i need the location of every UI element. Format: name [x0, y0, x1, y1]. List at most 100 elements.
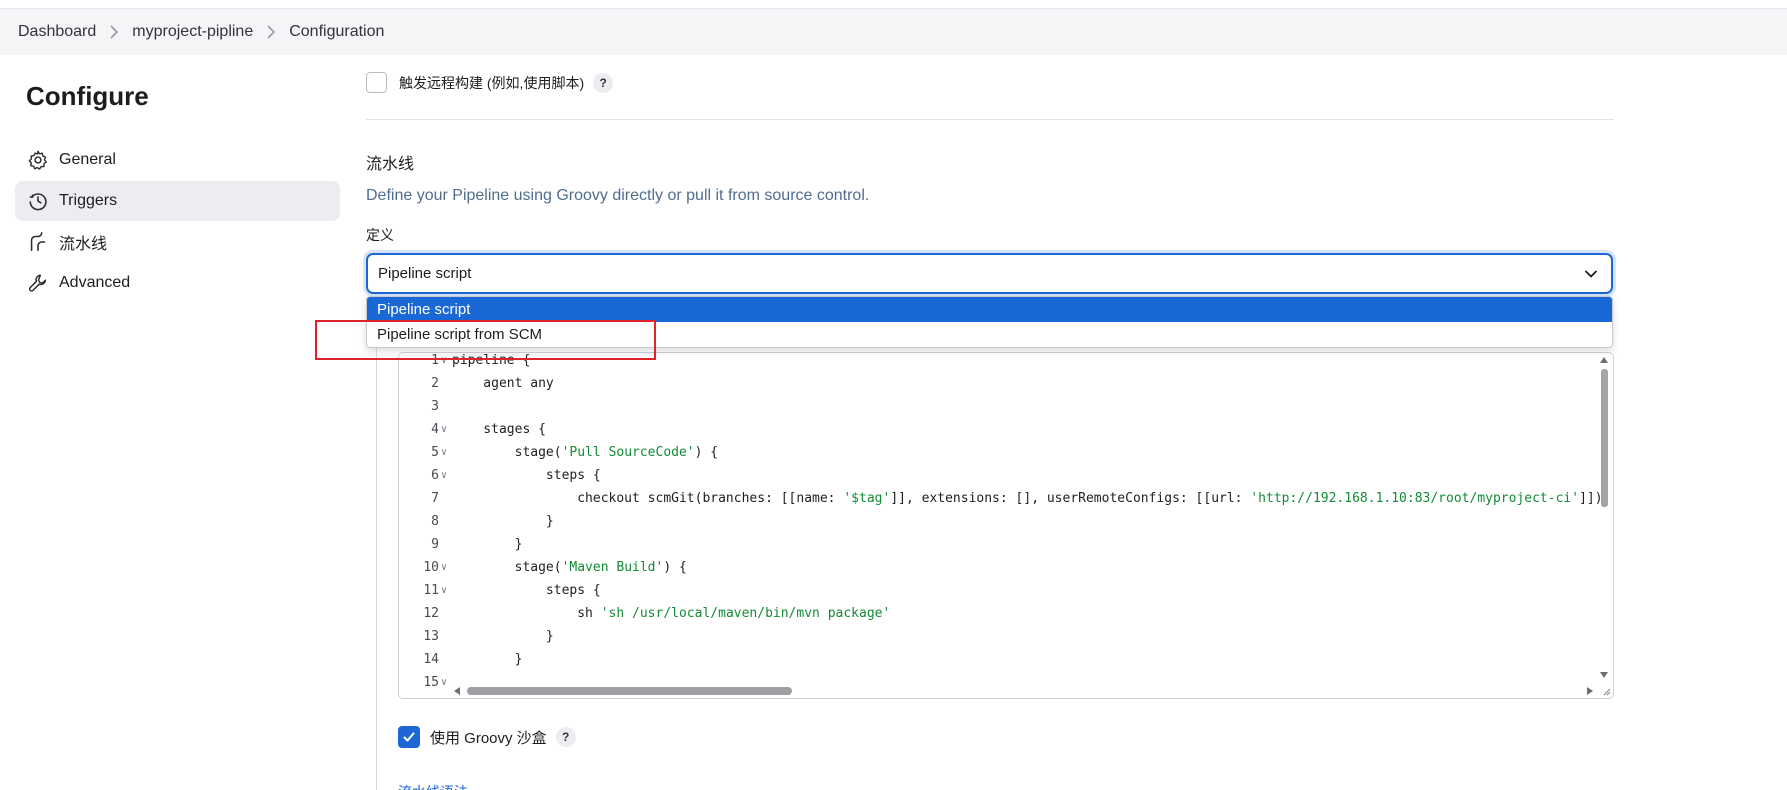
code-token: steps { [452, 583, 601, 598]
code-line[interactable]: 3 [399, 395, 1599, 418]
script-editor[interactable]: 1 ∨ pipeline {2 agent any 3 4 ∨ stages {5 ∨ st… [398, 352, 1614, 699]
code-text: stage('Pull SourceCode') { [452, 441, 719, 464]
code-token: stage( [452, 445, 562, 460]
line-number: 3 [431, 399, 439, 414]
line-number: 7 [431, 491, 439, 506]
code-line[interactable]: 2 agent any [399, 372, 1599, 395]
sidebar-item-general[interactable]: General [15, 140, 340, 180]
gear-icon [27, 149, 49, 171]
help-icon[interactable]: ? [555, 727, 576, 747]
remote-build-checkbox[interactable] [366, 72, 387, 93]
pipeline-syntax-link[interactable]: 流水线语法 [398, 782, 468, 790]
line-number: 12 [423, 606, 439, 621]
sidebar-item-label: Advanced [59, 274, 131, 291]
chevron-right-icon [266, 25, 276, 39]
code-line[interactable]: 11 ∨ steps { [399, 579, 1599, 602]
line-number: 4 [431, 422, 439, 437]
resize-handle-icon[interactable] [1601, 686, 1611, 696]
code-text: checkout scmGit(branches: [[name: '$tag'… [452, 487, 1602, 510]
scroll-up-icon[interactable] [1599, 356, 1609, 364]
code-line[interactable]: 4 ∨ stages { [399, 418, 1599, 441]
chevron-right-icon [109, 25, 119, 39]
code-string: '$tag' [843, 491, 891, 506]
code-text: agent any [452, 372, 554, 395]
code-token: stages { [452, 422, 546, 437]
code-string: 'Pull SourceCode' [561, 445, 695, 460]
code-token: ]], extensions: [], userRemoteConfigs: [… [890, 491, 1251, 506]
code-token: steps { [452, 468, 601, 483]
code-text: steps { [452, 579, 601, 602]
code-line[interactable]: 10 ∨ stage('Maven Build') { [399, 556, 1599, 579]
line-number: 15 [423, 675, 439, 690]
breadcrumb-dashboard[interactable]: Dashboard [18, 23, 96, 41]
vertical-scrollbar[interactable] [1598, 353, 1611, 698]
sidebar-item-triggers[interactable]: Triggers [15, 181, 340, 221]
code-token: agent any [452, 376, 554, 391]
code-line[interactable]: 12 sh 'sh /usr/local/maven/bin/mvn packa… [399, 602, 1599, 625]
code-token: } [452, 652, 523, 667]
fold-chevron-icon[interactable]: ∨ [441, 671, 447, 694]
line-number: 5 [431, 445, 439, 460]
remote-build-label: 触发远程构建 (例如,使用脚本) [399, 74, 585, 91]
fold-chevron-icon[interactable]: ∨ [441, 441, 447, 464]
line-number: 13 [423, 629, 439, 644]
code-line[interactable]: 9 } [399, 533, 1599, 556]
scroll-left-icon[interactable] [453, 686, 461, 696]
code-token: stage( [452, 560, 562, 575]
code-line[interactable]: 8 } [399, 510, 1599, 533]
code-line[interactable]: 7 checkout scmGit(branches: [[name: '$ta… [399, 487, 1602, 510]
clock-icon [27, 190, 49, 212]
breadcrumb: Dashboard myproject-pipline Configuratio… [0, 9, 1787, 55]
line-number: 9 [431, 537, 439, 552]
fold-chevron-icon[interactable]: ∨ [441, 579, 447, 602]
horizontal-scroll-thumb[interactable] [467, 687, 792, 695]
code-token: pipeline { [452, 353, 531, 368]
pipeline-section-title: 流水线 [366, 156, 415, 173]
code-text: } [452, 648, 523, 671]
scroll-right-icon[interactable] [1586, 686, 1594, 696]
pipeline-description: Define your Pipeline using Groovy direct… [366, 187, 870, 204]
groovy-sandbox-option: 使用 Groovy 沙盒 ? [398, 726, 576, 748]
vertical-scroll-thumb[interactable] [1601, 369, 1608, 507]
line-number: 1 [431, 353, 439, 368]
fold-chevron-icon[interactable]: ∨ [441, 556, 447, 579]
code-line[interactable]: 1 ∨ pipeline { [399, 353, 1599, 372]
line-number: 10 [423, 560, 439, 575]
sidebar-item-pipeline[interactable]: 流水线 [15, 222, 340, 262]
code-text: stage('Maven Build') { [452, 556, 687, 579]
wrench-icon [27, 272, 49, 294]
code-token: } [452, 629, 554, 644]
option-pipeline-script[interactable]: Pipeline script [367, 297, 1612, 322]
page-title: Configure [26, 81, 149, 111]
option-pipeline-script-from-scm[interactable]: Pipeline script from SCM [367, 322, 1612, 347]
code-token: ) { [694, 445, 719, 460]
code-line[interactable]: 5 ∨ stage('Pull SourceCode') { [399, 441, 1599, 464]
groovy-sandbox-checkbox[interactable] [398, 726, 420, 748]
code-text: } [452, 625, 554, 648]
section-indent-line [376, 345, 377, 790]
help-icon[interactable]: ? [593, 72, 614, 93]
code-string: 'http://192.168.1.10:83/root/myproject-c… [1250, 491, 1580, 506]
fold-chevron-icon[interactable]: ∨ [441, 418, 447, 441]
code-line[interactable]: 14 } [399, 648, 1599, 671]
code-text: steps { [452, 464, 601, 487]
code-token: sh [452, 606, 601, 621]
sidebar-item-advanced[interactable]: Advanced [15, 263, 340, 303]
code-text: pipeline { [452, 353, 531, 372]
code-token: } [452, 514, 554, 529]
pipeline-icon [27, 231, 49, 253]
breadcrumb-configuration[interactable]: Configuration [289, 23, 384, 41]
top-bar [0, 0, 1787, 9]
code-text: } [452, 533, 523, 556]
breadcrumb-project[interactable]: myproject-pipline [132, 23, 253, 41]
definition-select[interactable]: Pipeline script [366, 253, 1613, 294]
fold-chevron-icon[interactable]: ∨ [441, 464, 447, 487]
code-line[interactable]: 13 } [399, 625, 1599, 648]
sidebar-item-label: 流水线 [59, 236, 108, 253]
section-divider [366, 119, 1614, 120]
fold-chevron-icon[interactable]: ∨ [441, 353, 447, 372]
scroll-down-icon[interactable] [1599, 671, 1609, 679]
remote-build-option: 触发远程构建 (例如,使用脚本) ? [366, 72, 614, 93]
check-icon [403, 732, 415, 742]
code-line[interactable]: 6 ∨ steps { [399, 464, 1599, 487]
